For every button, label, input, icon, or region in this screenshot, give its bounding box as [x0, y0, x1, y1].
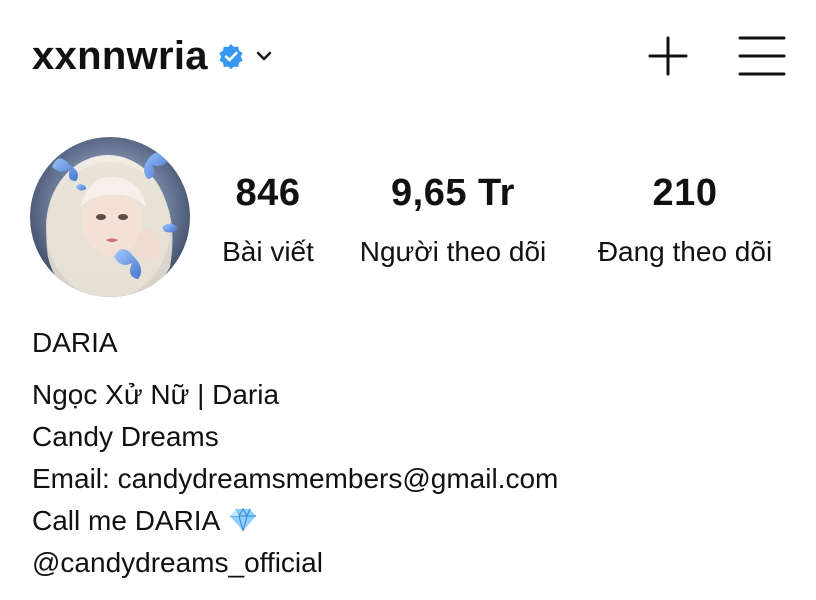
- hamburger-menu-icon: [738, 36, 786, 76]
- following-stat[interactable]: 210 Đang theo dõi: [580, 168, 790, 272]
- bio-line-1: Ngọc Xử Nữ | Daria: [32, 379, 280, 410]
- followers-stat[interactable]: 9,65 Tr Người theo dõi: [344, 168, 562, 272]
- bio-line-4: Call me DARIA: [32, 500, 786, 542]
- bio-email: Email: candydreamsmembers@gmail.com: [32, 463, 559, 494]
- profile-bio: DARIA Ngọc Xử Nữ | Daria Candy Dreams Em…: [32, 322, 786, 584]
- following-count: 210: [652, 172, 718, 214]
- followers-label: Người theo dõi: [359, 236, 547, 267]
- posts-label: Bài viết: [222, 236, 314, 267]
- plus-icon: [648, 36, 688, 76]
- bio-mention-link[interactable]: @candydreams_official: [32, 542, 786, 584]
- verified-badge-icon: [218, 43, 244, 69]
- following-label: Đang theo dõi: [597, 236, 773, 267]
- avatar-image: [30, 137, 190, 297]
- profile-header: xxnnwria: [32, 28, 786, 84]
- menu-button[interactable]: [738, 32, 786, 80]
- create-button[interactable]: [644, 32, 692, 80]
- username: xxnnwria: [32, 34, 208, 78]
- account-switcher[interactable]: xxnnwria: [32, 28, 274, 84]
- followers-count: 9,65 Tr: [391, 172, 515, 214]
- bio-line-2: Candy Dreams: [32, 421, 219, 452]
- bio-line-4-text: Call me DARIA: [32, 505, 221, 536]
- profile-avatar[interactable]: [30, 137, 190, 297]
- display-name: DARIA: [32, 327, 118, 358]
- posts-count: 846: [235, 172, 301, 214]
- gem-icon: [228, 503, 258, 532]
- chevron-down-icon: [254, 46, 274, 66]
- posts-stat[interactable]: 846 Bài viết: [214, 168, 322, 272]
